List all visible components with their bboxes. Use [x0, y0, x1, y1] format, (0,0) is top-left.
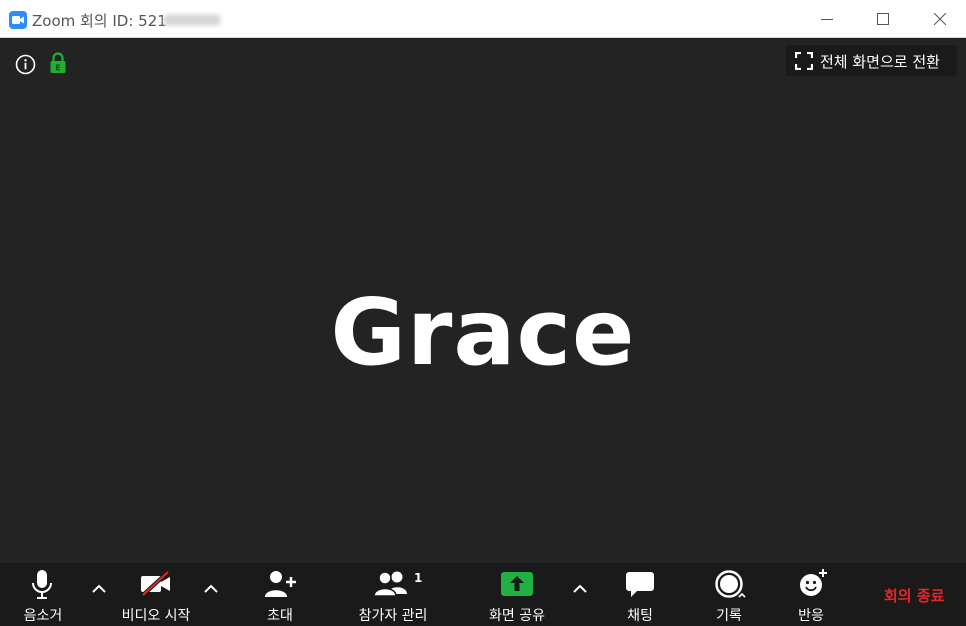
invite-button[interactable]: 초대 [240, 563, 320, 626]
participants-button[interactable]: 1 참가자 관리 [340, 563, 446, 626]
lock-icon[interactable]: E [49, 52, 67, 74]
mute-button[interactable]: 음소거 [0, 563, 86, 626]
share-screen-icon [501, 572, 533, 596]
invite-label: 초대 [267, 608, 293, 624]
minimize-icon [821, 19, 833, 20]
end-meeting-button[interactable]: 회의 종료 [884, 585, 944, 606]
video-off-icon [141, 570, 170, 597]
svg-text:E: E [55, 64, 60, 73]
reactions-button[interactable]: 반응 [782, 563, 840, 626]
share-screen-button[interactable]: 화면 공유 [472, 563, 562, 626]
chevron-up-icon[interactable] [572, 583, 588, 595]
title-bar: Zoom 회의 ID: 521- [0, 0, 966, 38]
add-person-icon [265, 571, 296, 597]
participant-name: Grace [330, 279, 636, 386]
fullscreen-label: 전체 화면으로 전환 [820, 53, 940, 71]
redacted-meeting-id [163, 14, 221, 26]
video-area: E 전체 화면으로 전환 Grace [0, 39, 966, 563]
meeting-toolbar: 음소거 비디오 시작 초대 1 참가자 관리 화면 공유 채팅 기록 반응 회의… [0, 563, 966, 626]
participants-label: 참가자 관리 [358, 608, 428, 624]
reactions-label: 반응 [798, 608, 824, 624]
maximize-button[interactable] [860, 0, 906, 38]
chevron-up-icon[interactable] [91, 583, 107, 595]
info-icon[interactable] [15, 54, 36, 75]
close-button[interactable] [917, 0, 963, 38]
chat-button[interactable]: 채팅 [606, 563, 674, 626]
mute-label: 음소거 [23, 608, 63, 624]
fullscreen-button[interactable]: 전체 화면으로 전환 [786, 45, 957, 76]
participants-icon [374, 571, 407, 597]
minimize-button[interactable] [804, 0, 850, 38]
microphone-icon [32, 570, 52, 599]
window-title: Zoom 회의 ID: 521- [32, 12, 173, 30]
start-video-button[interactable]: 비디오 시작 [112, 563, 200, 626]
chevron-up-icon[interactable] [203, 583, 219, 595]
share-screen-label: 화면 공유 [489, 608, 545, 624]
zoom-app-icon [9, 11, 27, 29]
start-video-label: 비디오 시작 [121, 608, 191, 624]
fullscreen-icon [795, 52, 813, 70]
record-icon [715, 570, 746, 598]
reaction-icon [800, 569, 827, 596]
participants-count: 1 [414, 571, 423, 585]
chat-icon [626, 572, 654, 597]
close-icon [934, 13, 946, 25]
maximize-icon [877, 13, 889, 25]
